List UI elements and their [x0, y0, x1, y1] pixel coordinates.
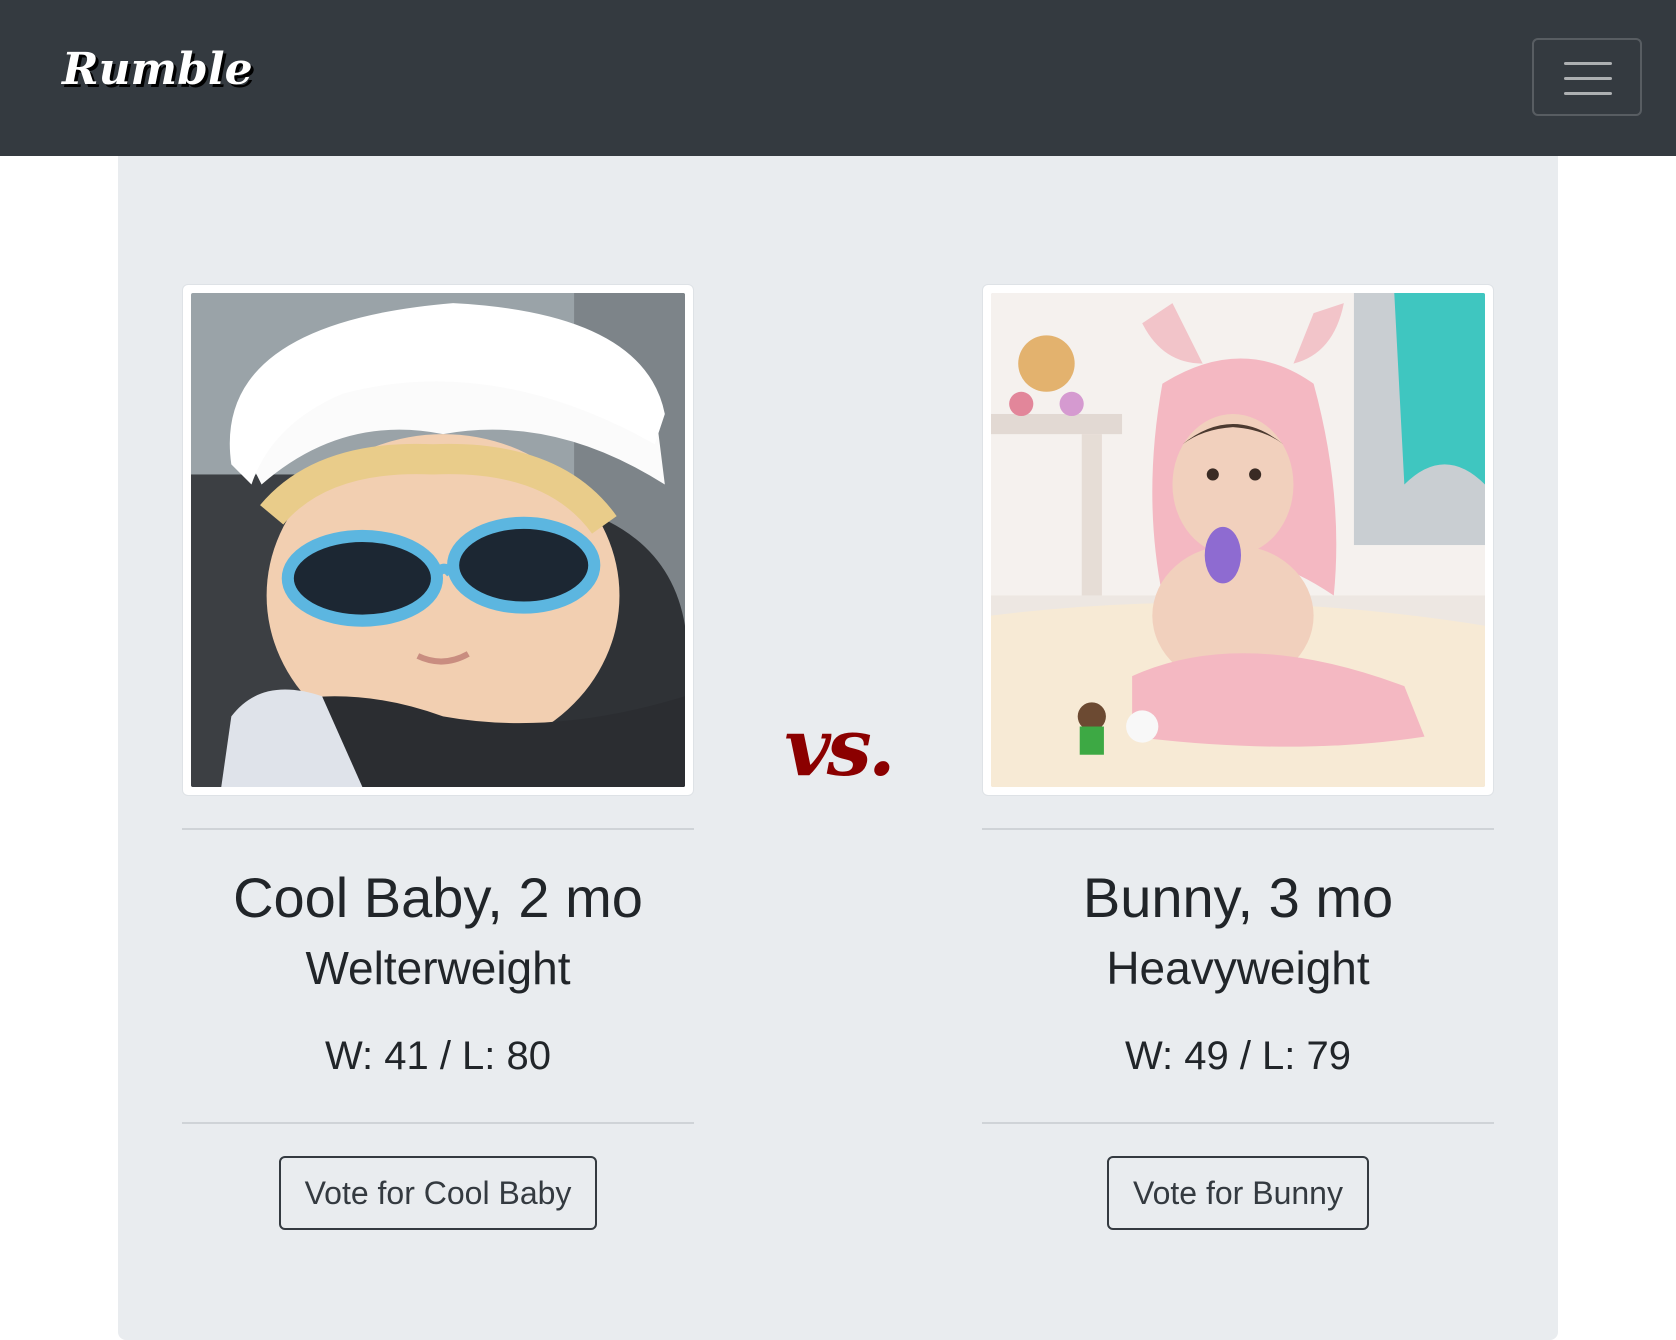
- contestant-photo-cool-baby: [191, 293, 685, 787]
- versus-label: vs.: [784, 700, 895, 794]
- vote-cool-baby-button[interactable]: Vote for Cool Baby: [278, 1156, 598, 1230]
- weight-class: Welterweight: [305, 942, 571, 994]
- hamburger-menu-icon-bar: [1564, 92, 1612, 95]
- contestant-name: Cool Baby, 2 mo: [233, 866, 643, 929]
- brand-logo[interactable]: Rumble: [62, 44, 253, 95]
- navbar: Rumble: [0, 0, 1676, 156]
- win-loss-record: W: 49 / L: 79: [1124, 1034, 1352, 1078]
- divider: [982, 828, 1494, 830]
- contestant-photo-frame: [182, 284, 694, 796]
- contestant-card-left: Cool Baby, 2 mo Welterweight W: 41 / L: …: [182, 284, 694, 1230]
- divider: [182, 1122, 694, 1124]
- divider: [982, 1122, 1494, 1124]
- win-loss-record: W: 41 / L: 80: [324, 1034, 552, 1078]
- navbar-toggle-button[interactable]: [1532, 38, 1642, 116]
- hamburger-menu-icon-bar: [1564, 77, 1612, 80]
- vote-bunny-button[interactable]: Vote for Bunny: [1107, 1156, 1369, 1230]
- matchup-panel: Cool Baby, 2 mo Welterweight W: 41 / L: …: [118, 156, 1558, 1340]
- contestant-photo-frame: [982, 284, 1494, 796]
- weight-class: Heavyweight: [1106, 942, 1370, 994]
- contestant-card-right: Bunny, 3 mo Heavyweight W: 49 / L: 79 Vo…: [982, 284, 1494, 1230]
- hamburger-menu-icon: [1564, 62, 1612, 65]
- contestant-name: Bunny, 3 mo: [1082, 866, 1394, 929]
- divider: [182, 828, 694, 830]
- contestant-photo-bunny: [991, 293, 1485, 787]
